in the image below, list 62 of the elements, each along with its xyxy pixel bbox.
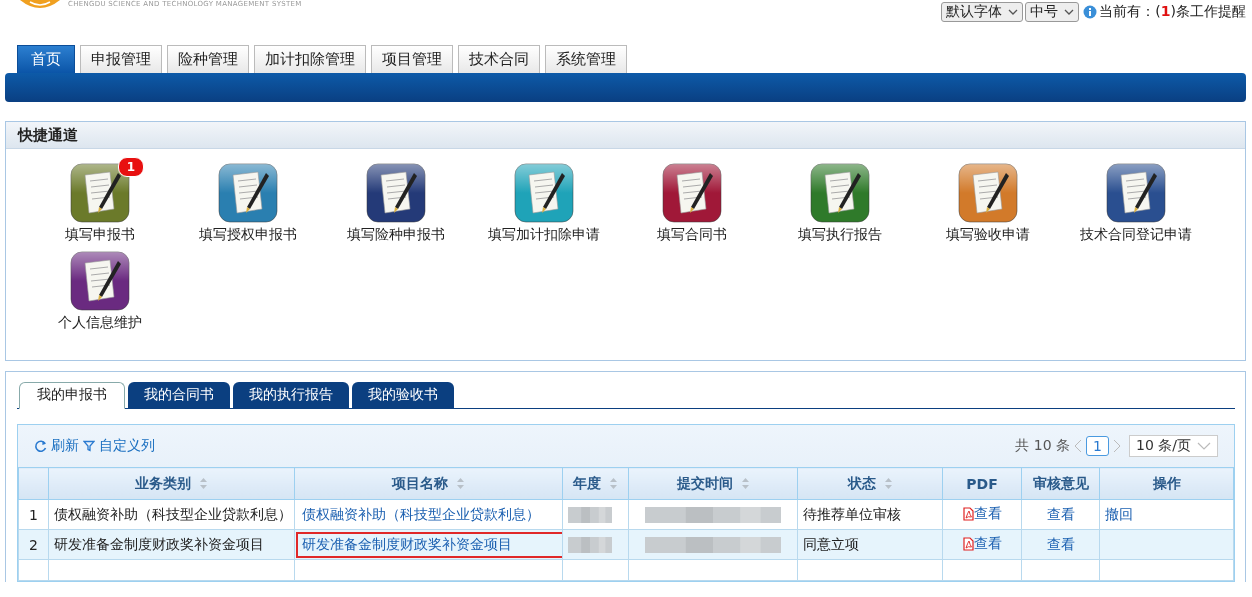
shortcut-label[interactable]: 填写申报书 [65, 226, 135, 244]
shortcut-label[interactable]: 填写执行报告 [798, 226, 882, 244]
column-header[interactable]: 操作 [1152, 474, 1181, 493]
nav-tab[interactable]: 加计扣除管理 [254, 45, 366, 73]
table-cell: 同意立项 [797, 529, 943, 560]
document-pen-icon[interactable] [70, 251, 130, 311]
document-pen-icon[interactable] [810, 163, 870, 223]
nav-tab[interactable]: 险种管理 [167, 45, 249, 73]
shortcut-label[interactable]: 填写授权申报书 [199, 226, 297, 244]
refresh-icon[interactable] [34, 439, 47, 453]
column-header[interactable]: 业务类别 [135, 474, 191, 493]
font-select[interactable]: 默认字体 [941, 2, 1024, 22]
shortcut-label[interactable]: 填写险种申报书 [347, 226, 445, 244]
column-header[interactable]: 状态 [847, 474, 876, 493]
document-pen-icon[interactable] [514, 163, 574, 223]
document-pen-icon[interactable] [958, 163, 1018, 223]
blurred-value [568, 505, 612, 524]
document-tab[interactable]: 我的合同书 [128, 382, 230, 408]
page-number[interactable]: 1 [1086, 436, 1109, 456]
document-pen-icon[interactable] [218, 163, 278, 223]
document-tab[interactable]: 我的执行报告 [233, 382, 349, 408]
table-cell: 研发准备金制度财政奖补资金项目 [48, 529, 295, 560]
document-pen-icon[interactable] [662, 163, 722, 223]
shortcut-label[interactable]: 填写合同书 [657, 226, 727, 244]
nav-tab[interactable]: 系统管理 [545, 45, 627, 73]
notification-badge: 1 [118, 157, 144, 177]
panel-title: 快捷通道 [18, 125, 78, 145]
shortcut-label[interactable]: 技术合同登记申请 [1080, 226, 1192, 244]
document-tab[interactable]: 我的验收书 [352, 382, 454, 408]
caret-icon[interactable] [1008, 9, 1019, 15]
document-pen-icon[interactable] [366, 163, 426, 223]
customize-columns-link[interactable]: 自定义列 [99, 437, 155, 455]
table-cell: 待推荐单位审核 [797, 499, 943, 530]
pdf-icon[interactable] [962, 507, 974, 521]
total-count: 共 10 条 [1015, 437, 1071, 455]
table-cell: 债权融资补助（科技型企业贷款利息） [48, 499, 295, 530]
withdraw-link[interactable]: 撤回 [1105, 505, 1133, 522]
blurred-value [568, 535, 612, 554]
shortcut-label[interactable]: 填写验收申请 [946, 226, 1030, 244]
column-header[interactable]: 项目名称 [392, 474, 448, 493]
caret-icon[interactable] [1064, 9, 1075, 15]
row-number: 2 [18, 529, 49, 560]
page-size-select[interactable]: 10 条/页 [1129, 435, 1218, 457]
row-number: 1 [18, 499, 49, 530]
size-select[interactable]: 中号 [1025, 2, 1080, 22]
info-icon [1083, 5, 1098, 19]
shortcut-label[interactable]: 填写加计扣除申请 [488, 226, 600, 244]
pdf-icon[interactable] [962, 537, 974, 551]
logo-icon [18, 0, 62, 10]
document-pen-icon[interactable] [1106, 163, 1166, 223]
refresh-link[interactable]: 刷新 [51, 437, 79, 455]
column-header[interactable]: 提交时间 [676, 474, 733, 493]
nav-tab[interactable]: 首页 [17, 45, 75, 73]
nav-tab[interactable]: 技术合同 [458, 45, 540, 73]
project-link[interactable]: 研发准备金制度财政奖补资金项目 [296, 531, 562, 558]
document-tab[interactable]: 我的申报书 [19, 382, 125, 409]
reminder-text[interactable]: 当前有：(1)条工作提醒 [1099, 3, 1246, 21]
nav-tab[interactable]: 项目管理 [371, 45, 453, 73]
shortcut-label[interactable]: 个人信息维护 [58, 314, 142, 332]
filter-icon[interactable] [83, 440, 95, 452]
nav-tab[interactable]: 申报管理 [80, 45, 162, 73]
document-pen-icon[interactable] [70, 163, 130, 223]
